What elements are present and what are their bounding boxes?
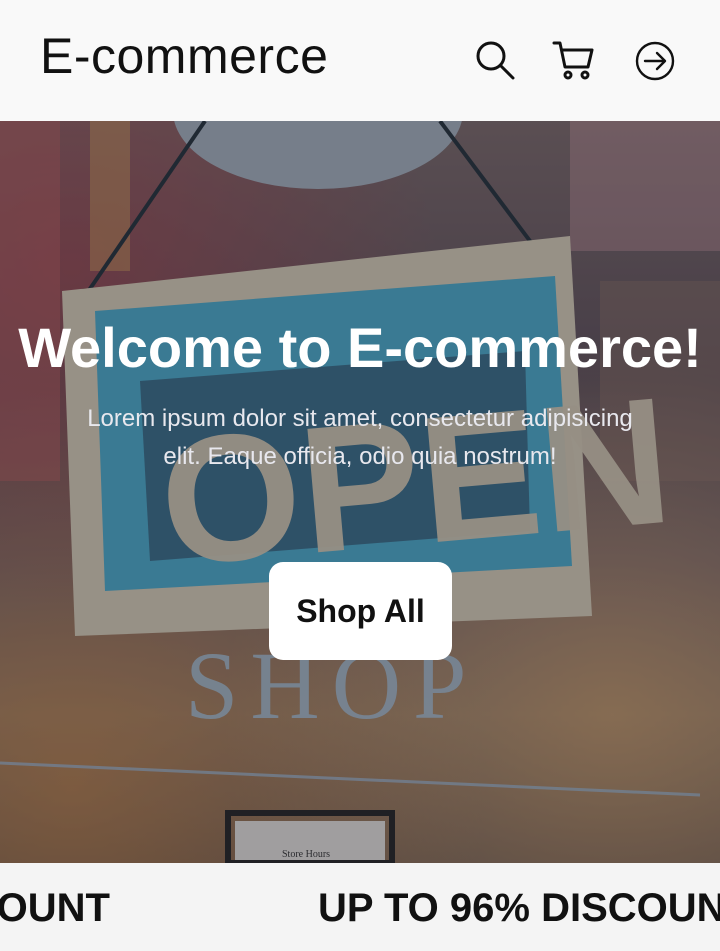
hero-title: Welcome to E-commerce!: [18, 316, 702, 379]
discount-marquee: UP TO 96% DISCOUNT UP TO 96% DISCOUNT: [0, 863, 720, 951]
cart-icon[interactable]: [551, 38, 595, 82]
brand-logo[interactable]: E-commerce: [40, 26, 328, 86]
site-header: E-commerce: [0, 0, 720, 121]
shop-all-button[interactable]: Shop All: [269, 562, 452, 660]
marquee-item: UP TO 96% DISCOUNT: [0, 886, 110, 930]
hero-subtitle: Lorem ipsum dolor sit amet, consectetur …: [87, 405, 633, 470]
hero-banner: OPEN SHOP Store Hours Welcome to E-comme…: [0, 121, 720, 863]
search-icon[interactable]: [473, 38, 517, 82]
login-arrow-icon[interactable]: [633, 38, 677, 82]
hero-overlay: [0, 121, 720, 863]
marquee-item: UP TO 96% DISCOUNT: [318, 886, 720, 930]
